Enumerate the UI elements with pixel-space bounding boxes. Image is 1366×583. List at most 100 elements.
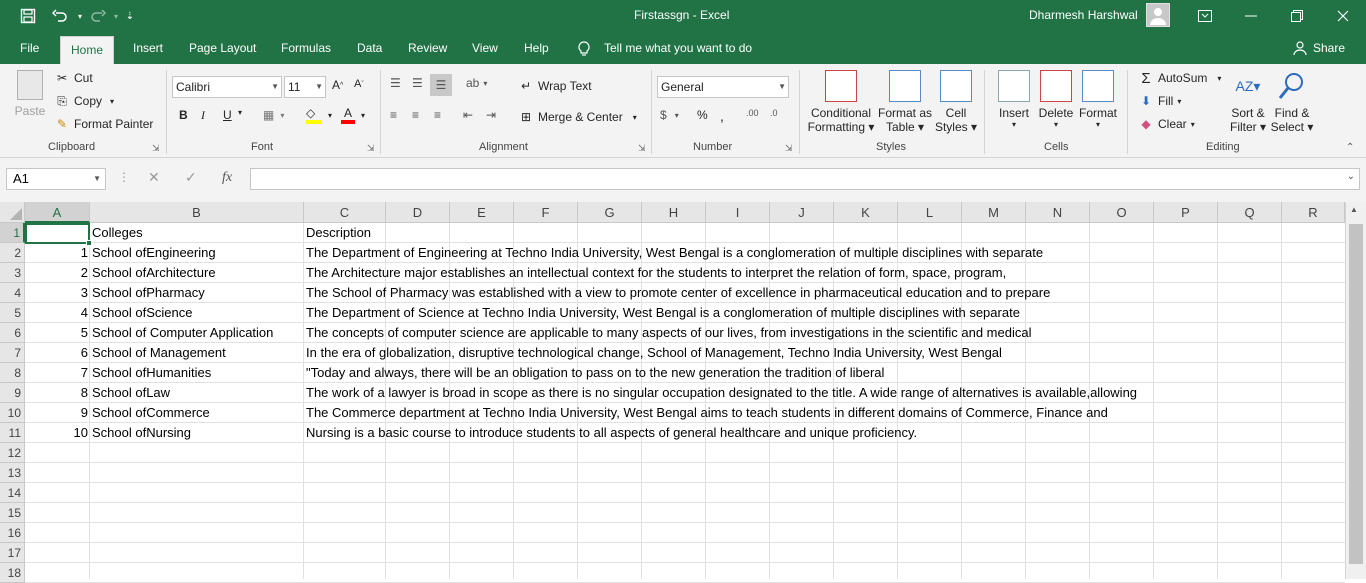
user-name[interactable]: Dharmesh Harshwal bbox=[1029, 8, 1138, 22]
row-header-5[interactable]: 5 bbox=[0, 303, 25, 323]
expand-formula-bar-icon[interactable]: ⌄ bbox=[1347, 171, 1355, 182]
cell-college[interactable]: School ofLaw bbox=[90, 383, 172, 403]
worksheet-grid[interactable]: ABCDEFGHIJKLMNOPQR 1 2 3 4 5 6 7 8 9 10 11 12 13 14 15… bbox=[0, 202, 1366, 583]
cell-college[interactable]: School ofArchitecture bbox=[90, 263, 218, 283]
close-icon[interactable] bbox=[1320, 0, 1366, 32]
cell-description[interactable]: The Department of Science at Techno Indi… bbox=[304, 303, 1022, 323]
tab-help[interactable]: Help bbox=[514, 32, 559, 64]
increase-indent-icon[interactable]: ⇥ bbox=[486, 108, 496, 122]
column-header-a[interactable]: A bbox=[25, 202, 90, 223]
cell-description[interactable]: The work of a lawyer is broad in scope a… bbox=[304, 383, 1139, 403]
tab-view[interactable]: View bbox=[462, 32, 508, 64]
align-top-icon[interactable]: ☰ bbox=[390, 76, 401, 90]
cell-college[interactable]: School ofHumanities bbox=[90, 363, 213, 383]
autosum-button[interactable]: Σ AutoSum ▾ bbox=[1138, 70, 1221, 87]
find-select-button[interactable]: Find & Select ▾ bbox=[1270, 70, 1314, 134]
bold-button[interactable]: B bbox=[179, 108, 188, 122]
tab-file[interactable]: File bbox=[10, 32, 49, 64]
cell-description[interactable]: The concepts of computer science are app… bbox=[304, 323, 1033, 343]
column-header-h[interactable]: H bbox=[642, 202, 706, 223]
comma-style-icon[interactable]: , bbox=[720, 108, 724, 124]
number-format-select[interactable]: General ▼ bbox=[657, 76, 789, 98]
row-header-2[interactable]: 2 bbox=[0, 243, 25, 263]
cell-description[interactable]: Nursing is a basic course to introduce s… bbox=[304, 423, 919, 443]
align-left-icon[interactable]: ≡ bbox=[390, 108, 397, 122]
font-name-select[interactable]: Calibri ▼ bbox=[172, 76, 282, 98]
cell-index[interactable]: 10 bbox=[25, 423, 90, 443]
tab-data[interactable]: Data bbox=[347, 32, 392, 64]
cell-college[interactable]: School ofCommerce bbox=[90, 403, 212, 423]
row-header-8[interactable]: 8 bbox=[0, 363, 25, 383]
header-cell-description[interactable]: Description bbox=[304, 223, 373, 243]
cell-index[interactable]: 3 bbox=[25, 283, 90, 303]
column-header-d[interactable]: D bbox=[386, 202, 450, 223]
paste-button[interactable]: Paste bbox=[12, 70, 48, 118]
scrollbar-thumb[interactable] bbox=[1349, 224, 1363, 564]
borders-icon[interactable]: ▦ ▾ bbox=[263, 108, 284, 122]
increase-decimal-icon[interactable]: .00 bbox=[746, 108, 759, 118]
dialog-launcher-icon[interactable]: ⇲ bbox=[367, 143, 375, 154]
row-header-18[interactable]: 18 bbox=[0, 563, 25, 583]
column-header-i[interactable]: I bbox=[706, 202, 770, 223]
column-header-j[interactable]: J bbox=[770, 202, 834, 223]
format-as-table-button[interactable]: Format as Table ▾ bbox=[876, 70, 934, 134]
row-header-7[interactable]: 7 bbox=[0, 343, 25, 363]
column-header-g[interactable]: G bbox=[578, 202, 642, 223]
row-header-12[interactable]: 12 bbox=[0, 443, 25, 463]
align-right-icon[interactable]: ≡ bbox=[434, 108, 441, 122]
accounting-format-icon[interactable]: $ ▾ bbox=[660, 108, 679, 122]
column-header-n[interactable]: N bbox=[1026, 202, 1090, 223]
row-header-15[interactable]: 15 bbox=[0, 503, 25, 523]
cell-college[interactable]: School ofEngineering bbox=[90, 243, 218, 263]
font-color-button[interactable]: A ▾ bbox=[341, 106, 365, 124]
dialog-launcher-icon[interactable]: ⇲ bbox=[785, 143, 793, 154]
increase-font-size-icon[interactable]: A ^ bbox=[332, 78, 343, 92]
tell-me-search[interactable]: Tell me what you want to do bbox=[594, 32, 762, 64]
column-header-f[interactable]: F bbox=[514, 202, 578, 223]
minimize-icon[interactable] bbox=[1228, 0, 1274, 32]
row-header-16[interactable]: 16 bbox=[0, 523, 25, 543]
align-bottom-icon[interactable]: ☰ bbox=[430, 74, 452, 96]
active-cell-selection[interactable] bbox=[25, 223, 92, 246]
cell-description[interactable]: The Department of Engineering at Techno … bbox=[304, 243, 1045, 263]
cell-index[interactable]: 5 bbox=[25, 323, 90, 343]
customize-quick-access-icon[interactable]: ⇣ bbox=[120, 6, 140, 26]
fill-button[interactable]: ⬇ Fill ▾ bbox=[1138, 93, 1181, 109]
decrease-decimal-icon[interactable]: .0 bbox=[770, 108, 778, 118]
conditional-formatting-button[interactable]: Conditional Formatting ▾ bbox=[806, 70, 876, 134]
decrease-font-size-icon[interactable]: Aˇ bbox=[354, 78, 364, 90]
row-header-14[interactable]: 14 bbox=[0, 483, 25, 503]
cell-index[interactable]: 6 bbox=[25, 343, 90, 363]
row-header-10[interactable]: 10 bbox=[0, 403, 25, 423]
align-center-icon[interactable]: ≡ bbox=[412, 108, 419, 122]
copy-button[interactable]: ⎘ Copy ▾ bbox=[54, 93, 114, 109]
chevron-down-icon[interactable]: ▾ bbox=[238, 108, 242, 117]
row-header-1[interactable]: 1 bbox=[0, 223, 25, 243]
cell-college[interactable]: School ofScience bbox=[90, 303, 194, 323]
format-cells-button[interactable]: Format ▾ bbox=[1078, 70, 1118, 129]
select-all-corner[interactable] bbox=[0, 202, 25, 223]
fill-color-button[interactable]: ◇ ▾ bbox=[306, 106, 332, 124]
column-header-p[interactable]: P bbox=[1154, 202, 1218, 223]
row-header-13[interactable]: 13 bbox=[0, 463, 25, 483]
orientation-icon[interactable]: ab ▾ bbox=[466, 76, 487, 90]
cell-description[interactable]: In the era of globalization, disruptive … bbox=[304, 343, 1004, 363]
cell-index[interactable]: 7 bbox=[25, 363, 90, 383]
cell-description[interactable]: The Commerce department at Techno India … bbox=[304, 403, 1110, 423]
merge-center-button[interactable]: ⊞ Merge & Center ▾ bbox=[518, 109, 637, 125]
save-icon[interactable] bbox=[18, 6, 38, 26]
undo-dropdown-icon[interactable]: ▾ bbox=[70, 6, 90, 26]
delete-cells-button[interactable]: Delete ▾ bbox=[1036, 70, 1076, 129]
cell-description[interactable]: "Today and always, there will be an obli… bbox=[304, 363, 886, 383]
cell-index[interactable]: 9 bbox=[25, 403, 90, 423]
dialog-launcher-icon[interactable]: ⇲ bbox=[152, 143, 160, 154]
cell-index[interactable]: 2 bbox=[25, 263, 90, 283]
column-header-q[interactable]: Q bbox=[1218, 202, 1282, 223]
cell-index[interactable]: 8 bbox=[25, 383, 90, 403]
cell-college[interactable]: School of Management bbox=[90, 343, 228, 363]
format-painter-button[interactable]: ✎ Format Painter bbox=[54, 116, 153, 132]
restore-icon[interactable] bbox=[1274, 0, 1320, 32]
cell-index[interactable]: 4 bbox=[25, 303, 90, 323]
wrap-text-button[interactable]: ↵ Wrap Text bbox=[518, 78, 592, 94]
clear-button[interactable]: ◆ Clear ▾ bbox=[1138, 116, 1194, 132]
